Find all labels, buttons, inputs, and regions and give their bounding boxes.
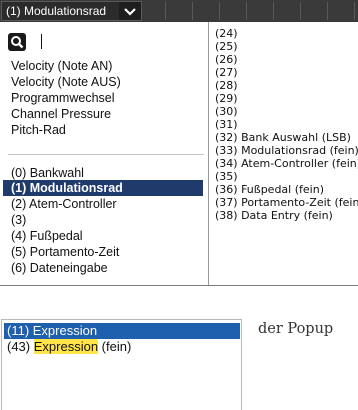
list-item-cc3[interactable]: (3) <box>8 212 205 228</box>
controller-list-left: Velocity (Note AN) Velocity (Note AUS) P… <box>0 22 209 285</box>
chevron-down-icon[interactable] <box>119 2 141 20</box>
list-item-cc35[interactable]: (35) <box>215 170 358 183</box>
controller-dropdown[interactable]: (1) Modulationsrad <box>1 1 142 21</box>
list-item-cc37[interactable]: (37) Portamento-Zeit (fein) <box>215 196 358 209</box>
list-item-cc30[interactable]: (30) <box>215 105 358 118</box>
list-item-cc29[interactable]: (29) <box>215 92 358 105</box>
list-item-cc6[interactable]: (6) Dateneingabe <box>8 260 205 276</box>
list-item-cc38[interactable]: (38) Data Entry (fein) <box>215 209 358 222</box>
list-item-cc1-selected[interactable]: (1) Modulationsrad <box>3 180 203 196</box>
list-item-channel-pressure[interactable]: Channel Pressure <box>8 106 205 122</box>
list-item-cc4[interactable]: (4) Fußpedal <box>8 228 205 244</box>
list-divider <box>8 154 204 155</box>
item-suffix: (fein) <box>98 339 132 354</box>
item-match-highlight: Expression <box>33 339 99 354</box>
item-prefix: (11) <box>7 323 33 338</box>
search-icon <box>8 33 26 51</box>
list-item-cc0[interactable]: (0) Bankwahl <box>8 165 205 181</box>
list-item-cc33[interactable]: (33) Modulationsrad (fein) <box>215 144 358 157</box>
filtered-item-cc11-selected[interactable]: (11) Expression <box>4 323 240 339</box>
list-item-cc27[interactable]: (27) <box>215 66 358 79</box>
controller-dropdown-value: (1) Modulationsrad <box>6 4 107 18</box>
filtered-results-list: (11) Expression (43) Expression (fein) <box>1 319 242 410</box>
list-item-cc34[interactable]: (34) Atem-Controller (fein) <box>215 157 358 170</box>
item-prefix: (43) <box>7 339 34 354</box>
controller-lane-grid <box>143 2 358 20</box>
list-item-velocity-off[interactable]: Velocity (Note AUS) <box>8 74 205 90</box>
list-item-cc24[interactable]: (24) <box>215 27 358 40</box>
filtered-item-cc43[interactable]: (43) Expression (fein) <box>4 339 240 355</box>
list-item-cc28[interactable]: (28) <box>215 79 358 92</box>
item-match: Expression <box>32 323 98 338</box>
controller-list-right: (24) (25) (26) (27) (28) (29) (30) (31) … <box>215 22 358 285</box>
list-item-cc25[interactable]: (25) <box>215 40 358 53</box>
midi-controller-toolbar: (1) Modulationsrad <box>0 0 358 22</box>
controller-popup: Velocity (Note AN) Velocity (Note AUS) P… <box>0 22 358 286</box>
document-text: der Popup <box>258 321 334 337</box>
list-item-cc31[interactable]: (31) <box>215 118 358 131</box>
list-item-cc2[interactable]: (2) Atem-Controller <box>8 196 205 212</box>
list-item-program-change[interactable]: Programmwechsel <box>8 90 205 106</box>
list-item-cc36[interactable]: (36) Fußpedal (fein) <box>215 183 358 196</box>
list-item-pitch-wheel[interactable]: Pitch-Rad <box>8 122 205 138</box>
list-item-velocity-on[interactable]: Velocity (Note AN) <box>8 58 205 74</box>
list-item-cc5[interactable]: (5) Portamento-Zeit <box>8 244 205 260</box>
text-caret <box>41 34 42 49</box>
search-field[interactable] <box>8 31 203 53</box>
list-item-cc32[interactable]: (32) Bank Auswahl (LSB) <box>215 131 358 144</box>
list-item-cc26[interactable]: (26) <box>215 53 358 66</box>
